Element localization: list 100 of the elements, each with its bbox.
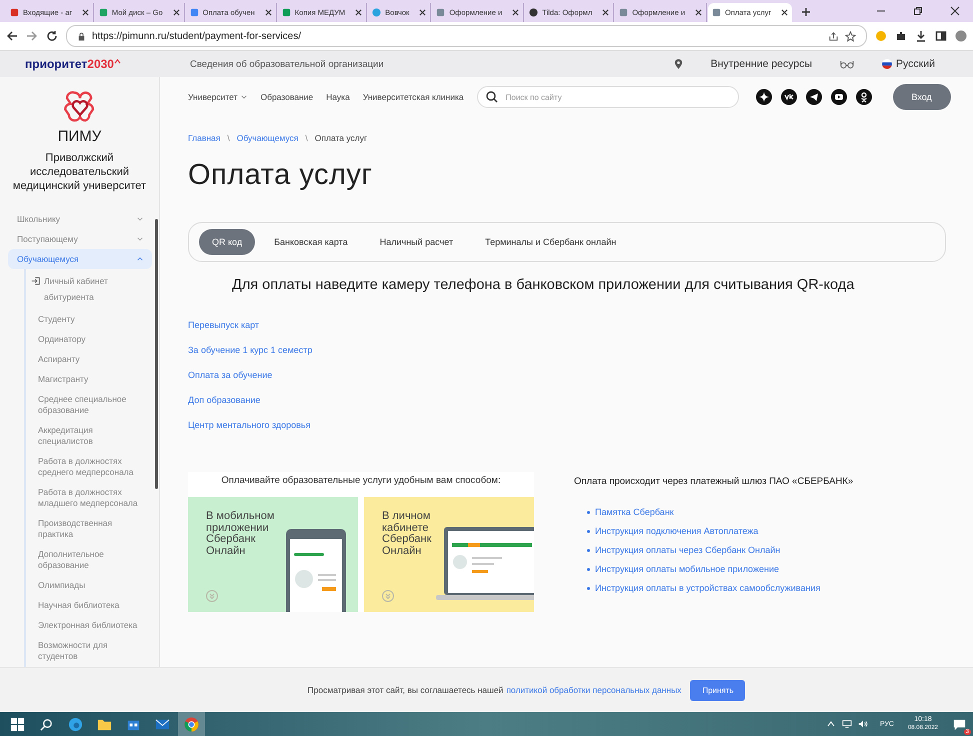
close-icon[interactable] (781, 9, 788, 16)
speaker-icon[interactable] (858, 719, 868, 729)
odnoklassniki-icon[interactable] (856, 89, 872, 105)
sidebar-submenu-item[interactable]: Дополнительное образование (38, 545, 143, 576)
promo-caption: Оплачивайте образовательные услуги удобным вам способом: (220, 474, 502, 488)
sidebar-submenu-item[interactable]: Среднее специальное образование (38, 390, 143, 421)
sidebar-submenu-item[interactable]: Ординатору (38, 330, 143, 350)
sparkle-icon[interactable] (756, 89, 772, 105)
back-arrow-icon[interactable] (6, 30, 18, 42)
sidebar-submenu-item[interactable]: Работа в должностях среднего медперсонала (38, 452, 143, 483)
square-icon (190, 8, 199, 17)
nav-link[interactable]: Наука (326, 92, 350, 102)
sidebar-menu-item[interactable]: Обучающемуся (8, 249, 152, 269)
windows-start-icon[interactable] (10, 716, 25, 732)
caret-up-icon[interactable] (826, 719, 836, 729)
language-selector[interactable]: Русский (896, 58, 935, 70)
sidebar-submenu-item[interactable]: Магистранту (38, 370, 143, 390)
breadcrumb-item[interactable]: Главная (188, 133, 220, 143)
glasses-icon[interactable] (840, 60, 854, 68)
mail-icon[interactable] (155, 716, 170, 732)
profile-avatar-icon[interactable] (955, 30, 967, 42)
browser-icon[interactable] (68, 716, 83, 732)
login-button[interactable]: Вход (892, 84, 951, 110)
close-icon[interactable] (512, 9, 520, 16)
sidebar-submenu-item[interactable]: Научная библиотека (38, 596, 143, 616)
payment-link[interactable]: Оплата за обучение (188, 370, 272, 380)
puzzle-icon[interactable] (895, 30, 907, 42)
sidebar-menu-item[interactable]: Поступающему (8, 229, 152, 249)
restore-icon[interactable] (913, 6, 923, 16)
instruction-link[interactable]: Инструкция оплаты мобильное приложение (595, 564, 779, 574)
instruction-link[interactable]: Инструкция оплаты в устройствах самообслуживания (595, 583, 820, 593)
breadcrumb-item[interactable]: Обучающемуся (236, 133, 298, 143)
instruction-link[interactable]: Инструкция подключения Автоплатежа (595, 526, 758, 536)
qr-instruction-heading: Для оплаты наведите камеру телефона в банковском приложении для считывания QR-кода (231, 277, 856, 293)
flag-icon (882, 59, 892, 69)
play-icon[interactable] (830, 89, 847, 105)
close-icon[interactable] (950, 6, 960, 16)
reload-icon[interactable] (46, 30, 58, 42)
close-icon[interactable] (82, 9, 89, 16)
promo-card-text: В личном кабинете Сбербанк Онлайн (382, 511, 432, 557)
payment-link[interactable]: Центр ментального здоровья (188, 420, 310, 430)
payment-tab[interactable]: Банковская карта (261, 229, 361, 255)
sidebar-submenu-item[interactable]: Электронная библиотека (38, 616, 143, 636)
square-icon (10, 8, 19, 17)
breadcrumb-separator: \ (305, 133, 308, 143)
internal-resources-link[interactable]: Внутренние ресурсы (710, 58, 812, 70)
nav-link[interactable]: Образование (260, 92, 314, 102)
payment-link[interactable]: Доп образование (188, 395, 260, 405)
sidebar-submenu-item[interactable]: Производственная практика (38, 514, 143, 545)
privacy-policy-link[interactable]: политикой обработки персональных данных (506, 685, 682, 695)
forward-arrow-icon[interactable] (26, 30, 38, 42)
payment-link[interactable]: За обучение 1 курс 1 семестр (188, 345, 312, 355)
sidebar-submenu-item[interactable]: Работа в должностях младшего медперсонала (38, 483, 143, 514)
sidebar-submenu-item[interactable]: Аккредитация специалистов (38, 421, 143, 452)
sidebar-submenu-item[interactable]: Возможности для студентов (38, 636, 143, 667)
scrollbar[interactable] (155, 219, 158, 489)
instruction-link[interactable]: Памятка Сбербанк (595, 507, 674, 517)
sidebar-submenu-item[interactable]: Аспиранту (38, 350, 143, 370)
star-icon[interactable] (845, 30, 856, 42)
bullet-icon (587, 510, 590, 514)
network-icon[interactable] (842, 719, 852, 729)
sidebar-submenu-item[interactable]: Личный кабинет абитуриента (44, 273, 134, 305)
promo-card[interactable]: В мобильном приложении Сбербанк Онлайн (188, 497, 358, 612)
info-link[interactable]: Сведения об образовательной организации (190, 58, 384, 70)
caret-icon (114, 59, 121, 64)
gateway-heading: Оплата происходит через платежный шлюз ПАО «СБЕРБАНК» (574, 475, 854, 487)
download-icon[interactable] (915, 30, 927, 42)
close-icon[interactable] (264, 9, 272, 16)
close-icon[interactable] (172, 9, 180, 16)
promo-card[interactable]: В личном кабинете Сбербанк Онлайн (364, 497, 534, 612)
accept-button[interactable]: Принять (690, 680, 746, 700)
nav-dropdown[interactable]: Университет (188, 92, 248, 102)
side-panel-icon[interactable] (935, 30, 947, 42)
sidebar-menu-item[interactable]: Школьнику (8, 209, 152, 229)
instruction-link[interactable]: Инструкция оплаты через Сбербанк Онлайн (595, 545, 780, 555)
breadcrumb-separator: \ (227, 133, 230, 143)
close-icon[interactable] (355, 9, 362, 16)
new-tab-icon[interactable] (801, 7, 812, 17)
sidebar-submenu-item[interactable]: Студенту (38, 310, 143, 330)
brand-logo[interactable]: приоритет2030 (25, 57, 190, 71)
payment-tab[interactable]: Терминалы и Сбербанк онлайн (472, 229, 630, 255)
close-icon[interactable] (695, 9, 702, 16)
close-icon[interactable] (419, 9, 426, 16)
close-icon[interactable] (602, 9, 610, 16)
sidebar-submenu-item[interactable]: Олимпиады (38, 576, 143, 596)
promo-card-text: В мобильном приложении Сбербанк Онлайн (206, 511, 276, 557)
search-icon[interactable] (39, 716, 54, 732)
share-icon[interactable] (828, 30, 839, 42)
payment-tab[interactable]: QR код (199, 229, 256, 255)
payment-link[interactable]: Перевыпуск карт (188, 320, 260, 330)
search-field[interactable]: Поиск по сайту (476, 86, 739, 108)
payment-tab[interactable]: Наличный расчет (366, 229, 466, 255)
telegram-icon[interactable] (806, 89, 822, 105)
nav-link[interactable]: Университетская клиника (362, 92, 464, 102)
bullet-icon (587, 530, 590, 532)
location-pin-icon[interactable] (674, 58, 683, 70)
chrome-taskbar-button[interactable] (178, 712, 205, 736)
address-field[interactable]: https://pimunn.ru/student/payment-for-services/ (66, 25, 867, 47)
vk-icon[interactable] (780, 89, 797, 105)
university-name: Приволжский исследовательский медицинский университет (12, 151, 148, 193)
